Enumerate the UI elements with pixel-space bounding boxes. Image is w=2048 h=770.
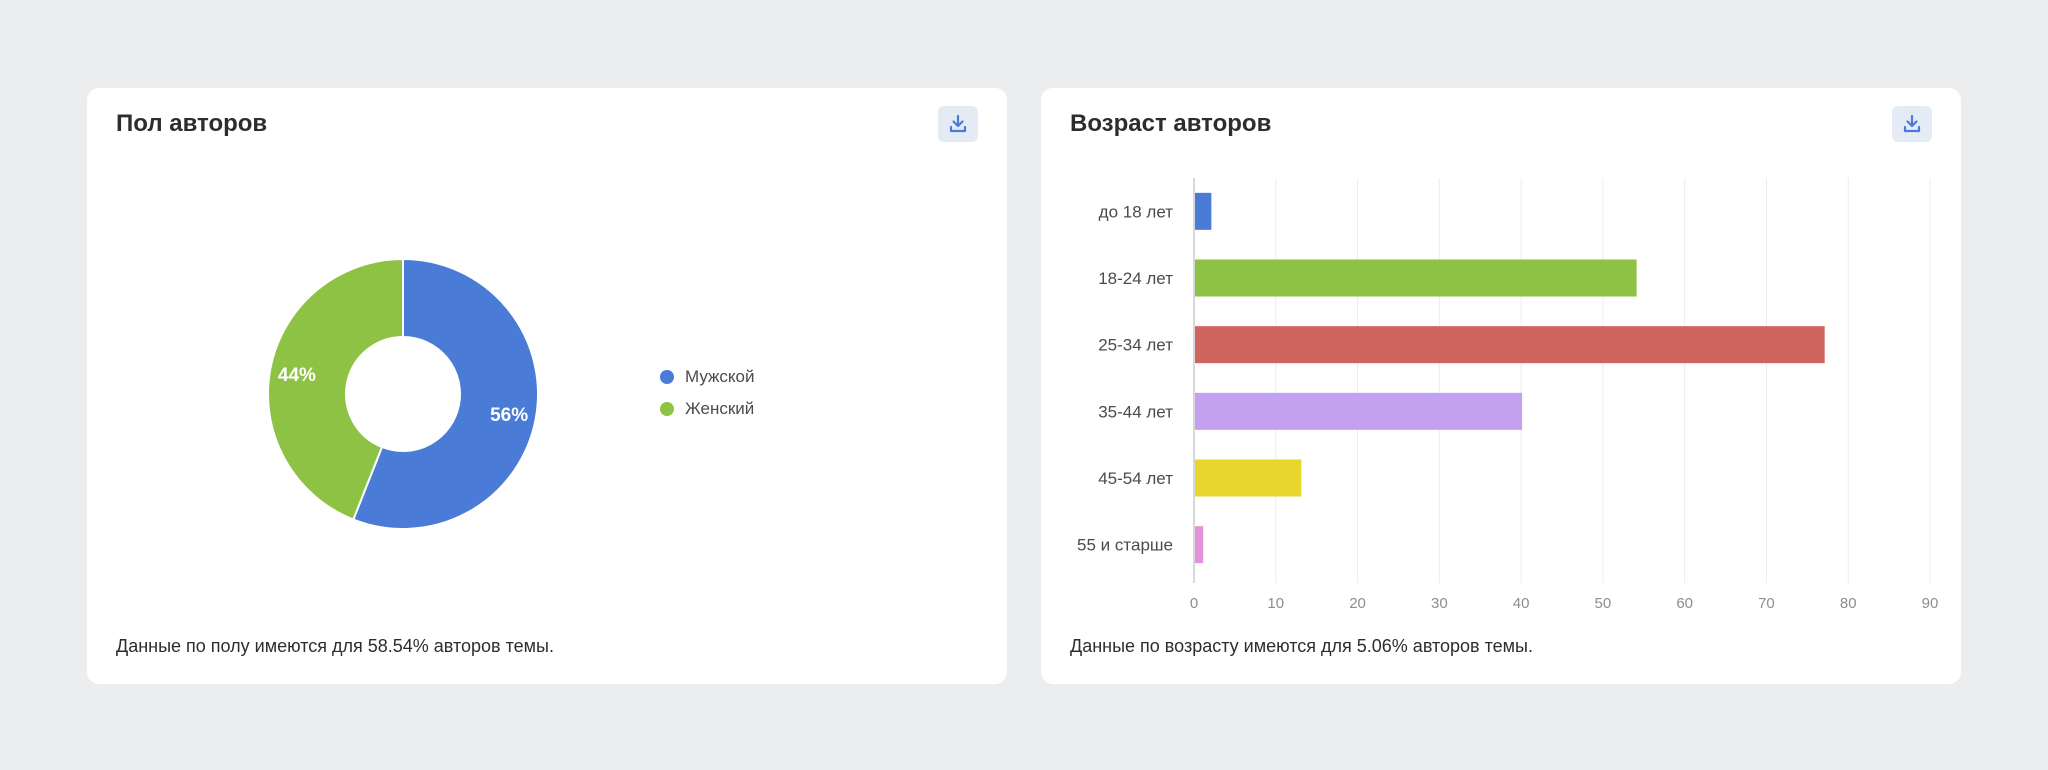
y-category-label: до 18 лет: [1099, 202, 1174, 221]
bar-2[interactable]: [1195, 259, 1637, 297]
legend-marker-female: [660, 402, 674, 416]
legend-label-female: Женский: [685, 399, 755, 418]
bar-4[interactable]: [1195, 392, 1523, 430]
y-category-label: 35-44 лет: [1098, 402, 1173, 421]
bar-1[interactable]: [1195, 192, 1212, 230]
x-tick-label: 90: [1922, 595, 1939, 612]
gender-footer-note: Данные по полу имеются для 58.54% авторо…: [116, 636, 554, 656]
x-tick-label: 80: [1840, 595, 1857, 612]
x-tick-label: 60: [1676, 595, 1693, 612]
legend-label-male: Мужской: [685, 367, 755, 386]
bar-6[interactable]: [1195, 526, 1204, 564]
x-tick-label: 20: [1349, 595, 1366, 612]
age-card: Возраст авторов 0 10 20 30 40 50 60 70 80 90 до 18…: [1041, 88, 1961, 684]
x-tick-label: 50: [1595, 595, 1612, 612]
bar-5[interactable]: [1195, 459, 1302, 497]
x-tick-label: 0: [1190, 595, 1198, 612]
x-tick-label: 40: [1513, 595, 1530, 612]
legend-marker-male: [660, 370, 674, 384]
y-category-label: 18-24 лет: [1098, 269, 1173, 288]
legend-item-male[interactable]: Мужской: [660, 361, 755, 393]
x-tick-label: 30: [1431, 595, 1448, 612]
gender-card: Пол авторов 56% 44% Мужской Женский Данны…: [87, 88, 1007, 684]
gender-legend: Мужской Женский: [660, 361, 755, 425]
donut-label-female: 44%: [278, 365, 316, 386]
age-footer-note: Данные по возрасту имеются для 5.06% авт…: [1070, 636, 1533, 656]
bar-3[interactable]: [1195, 326, 1825, 364]
donut-label-male: 56%: [490, 405, 528, 426]
y-category-label: 25-34 лет: [1098, 336, 1173, 355]
age-bar-chart: 0 10 20 30 40 50 60 70 80 90 до 18 лет 18-24 лет 25-…: [1077, 178, 1939, 612]
legend-item-female[interactable]: Женский: [660, 393, 755, 425]
x-tick-label: 10: [1267, 595, 1284, 612]
y-category-label: 55 и старше: [1077, 536, 1173, 555]
gender-donut-chart: 56% 44%: [267, 257, 539, 530]
x-tick-label: 70: [1758, 595, 1775, 612]
y-category-label: 45-54 лет: [1098, 469, 1173, 488]
